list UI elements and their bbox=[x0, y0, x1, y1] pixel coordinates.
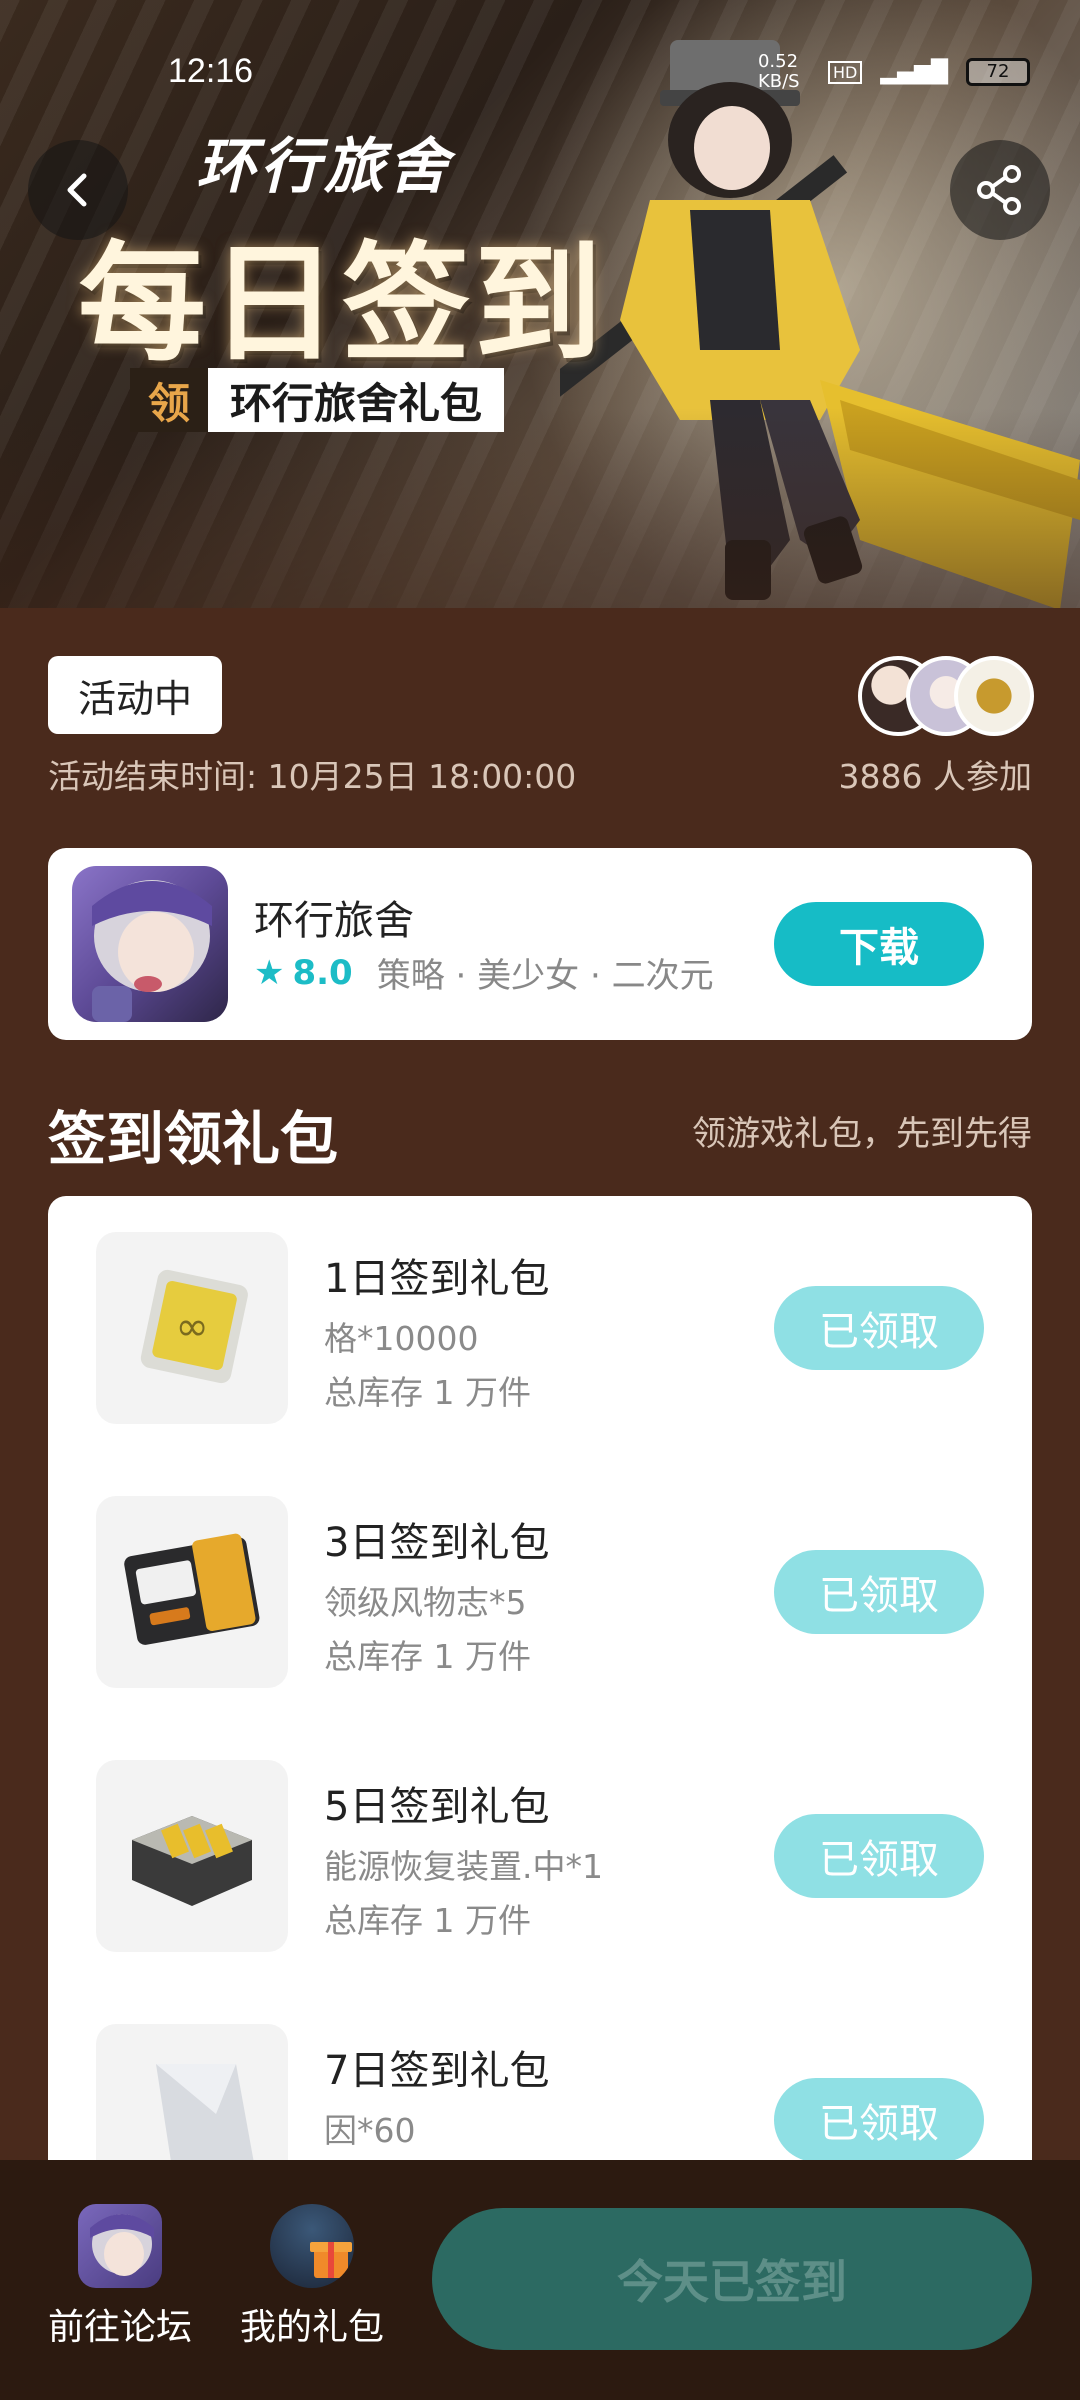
list-item: ∞ 1日签到礼包 格*10000 总库存 1 万件 已领取 bbox=[48, 1232, 1032, 1428]
gift-box-icon bbox=[310, 2242, 352, 2278]
gift-desc: 因*60 bbox=[324, 2111, 416, 2150]
section-title: 签到领礼包 bbox=[48, 1105, 339, 1173]
energy-device-icon bbox=[132, 1816, 252, 1906]
game-logo: 环行旅舍 bbox=[196, 132, 452, 202]
status-bar-icons: 0.52 KB/S HD ▂▄▆█ 72 bbox=[758, 52, 1030, 92]
network-speed: 0.52 KB/S bbox=[757, 51, 800, 92]
participant-avatars[interactable] bbox=[858, 656, 1034, 736]
download-button[interactable]: 下载 bbox=[774, 902, 984, 986]
avatar bbox=[954, 656, 1034, 736]
share-button[interactable] bbox=[950, 140, 1050, 240]
game-character-icon bbox=[92, 880, 212, 1022]
claimed-button[interactable]: 已领取 bbox=[774, 2078, 984, 2162]
game-name: 环行旅舍 bbox=[254, 898, 414, 944]
list-item: 3日签到礼包 领级风物志*5 总库存 1 万件 已领取 bbox=[48, 1496, 1032, 1692]
gift-item-image: ∞ bbox=[96, 1232, 288, 1424]
my-gifts-label: 我的礼包 bbox=[239, 2307, 384, 2348]
battery-icon: 72 bbox=[966, 58, 1030, 86]
list-item: 5日签到礼包 能源恢复装置.中*1 总库存 1 万件 已领取 bbox=[48, 1760, 1032, 1956]
gift-stock: 总库存 1 万件 bbox=[324, 1901, 531, 1940]
claimed-button[interactable]: 已领取 bbox=[774, 1814, 984, 1898]
star-icon: ★ bbox=[254, 952, 285, 993]
svg-text:∞: ∞ bbox=[175, 1304, 208, 1350]
hero-bottom-fade bbox=[0, 408, 1080, 608]
gift-desc: 能源恢复装置.中*1 bbox=[324, 1847, 603, 1886]
gift-title: 5日签到礼包 bbox=[324, 1784, 550, 1830]
gift-tag: 领 环行旅舍礼包 bbox=[130, 368, 505, 432]
hero-banner: 12:16 0.52 KB/S HD ▂▄▆█ 72 环行旅舍 每日签到 领 环… bbox=[0, 0, 1080, 608]
claimed-button[interactable]: 已领取 bbox=[774, 1286, 984, 1370]
hd-icon: HD bbox=[827, 60, 863, 84]
activity-end-time: 活动结束时间: 10月25日 18:00:00 bbox=[48, 757, 577, 796]
bottom-bar: 前往论坛 我的礼包 今天已签到 bbox=[0, 2160, 1080, 2400]
gift-tag-name: 环行旅舍礼包 bbox=[208, 368, 505, 432]
gift-title: 7日签到礼包 bbox=[324, 2048, 550, 2094]
game-meta: ★ 8.0 策略 · 美少女 · 二次元 bbox=[254, 948, 714, 997]
book-icon bbox=[124, 1533, 260, 1645]
status-bar-time: 12:16 bbox=[168, 52, 254, 90]
gift-list: ∞ 1日签到礼包 格*10000 总库存 1 万件 已领取 3日签到礼包 领级风… bbox=[48, 1196, 1032, 2196]
game-app-icon[interactable] bbox=[72, 866, 228, 1022]
section-subtitle: 领游戏礼包，先到先得 bbox=[692, 1114, 1032, 1154]
gift-stock: 总库存 1 万件 bbox=[324, 1637, 531, 1676]
gift-title: 3日签到礼包 bbox=[324, 1520, 550, 1566]
gift-tag-prefix: 领 bbox=[130, 368, 208, 432]
my-gifts-icon bbox=[270, 2204, 354, 2288]
forum-label: 前往论坛 bbox=[47, 2307, 192, 2348]
game-rating: 8.0 bbox=[292, 952, 353, 993]
status-badge: 活动中 bbox=[48, 656, 222, 734]
gift-title: 1日签到礼包 bbox=[324, 1256, 550, 1302]
gift-item-image bbox=[96, 1496, 288, 1688]
forum-avatar-icon bbox=[78, 2204, 162, 2288]
gift-stock: 总库存 1 万件 bbox=[324, 1373, 531, 1412]
participant-count: 3886 人参加 bbox=[838, 757, 1032, 796]
gold-chip-icon: ∞ bbox=[140, 1269, 248, 1384]
gift-desc: 领级风物志*5 bbox=[324, 1583, 527, 1622]
my-gifts-link[interactable]: 我的礼包 bbox=[222, 2204, 402, 2350]
gift-desc: 格*10000 bbox=[324, 1319, 479, 1358]
share-icon bbox=[977, 165, 1021, 215]
gift-item-image bbox=[96, 1760, 288, 1952]
page-title: 每日签到 bbox=[78, 229, 607, 379]
claimed-button[interactable]: 已领取 bbox=[774, 1550, 984, 1634]
game-tags: 策略 · 美少女 · 二次元 bbox=[376, 956, 714, 996]
signal-icon: ▂▄▆█ bbox=[880, 59, 948, 85]
forum-link[interactable]: 前往论坛 bbox=[30, 2204, 210, 2350]
forum-character-icon bbox=[90, 2214, 154, 2276]
checked-in-button[interactable]: 今天已签到 bbox=[432, 2208, 1032, 2350]
game-card[interactable]: 环行旅舍 ★ 8.0 策略 · 美少女 · 二次元 下载 bbox=[48, 848, 1032, 1040]
